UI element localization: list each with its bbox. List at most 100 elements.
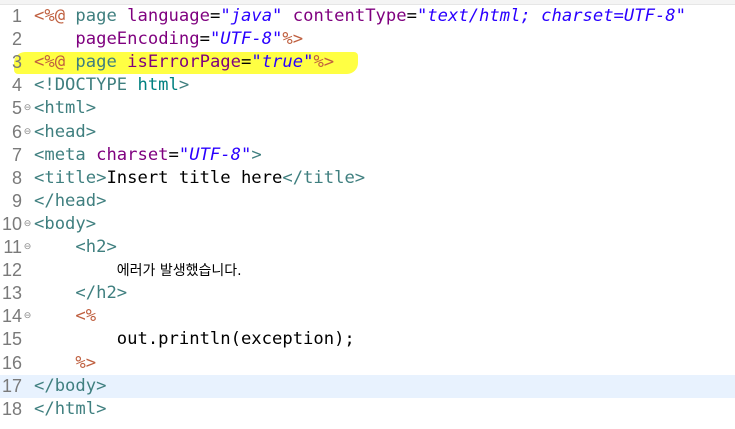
code-line[interactable]: 3 <%@ page isErrorPage="true"%> (0, 51, 735, 74)
code-token: </head> (34, 190, 107, 211)
code-line[interactable]: 9 </head> (0, 190, 735, 213)
code-line[interactable]: 11 ⊖ <h2> (0, 236, 735, 259)
code-token: html (137, 75, 179, 96)
code-text: </head> (34, 190, 106, 213)
code-token: <head> (34, 121, 97, 142)
line-number: 2 (11, 29, 22, 50)
code-text: <%@ page language="java" contentType="te… (34, 5, 686, 28)
line-number: 18 (1, 398, 22, 419)
code-text: <meta charset="UTF-8"> (34, 144, 262, 167)
code-text: <body> (34, 213, 96, 236)
code-line[interactable]: 12 에러가 발생했습니다. (0, 259, 735, 282)
code-token: = (199, 29, 210, 50)
code-line[interactable]: 4 <!DOCTYPE html> (0, 74, 735, 97)
code-text: %> (34, 352, 96, 375)
code-text: <h2> (34, 236, 117, 259)
code-token: "UTF-8" (178, 144, 252, 165)
line-number: 14 (1, 306, 22, 327)
code-token: <%@ (34, 6, 76, 26)
line-number: 16 (1, 352, 22, 373)
line-number: 6 (11, 121, 22, 142)
line-number: 8 (11, 167, 22, 188)
line-number: 4 (11, 75, 22, 96)
code-token: </h2> (75, 283, 128, 304)
code-token: "text/html; charset=UTF-8" (416, 6, 686, 26)
line-number: 15 (1, 329, 22, 350)
code-token: page (75, 6, 128, 26)
code-token: <html> (34, 98, 97, 119)
line-number: 13 (1, 283, 22, 304)
line-number: 11 (3, 237, 22, 257)
fold-toggle-icon[interactable]: ⊖ (22, 121, 33, 144)
code-token: %> (313, 52, 335, 73)
code-text: <head> (34, 121, 96, 144)
fold-toggle-icon[interactable]: ⊖ (22, 305, 33, 328)
code-text: out.println(exception); (34, 328, 355, 351)
code-token: = (168, 144, 179, 165)
code-line[interactable]: 17 </body> (0, 374, 735, 398)
code-token: out.println(exception); (34, 329, 355, 350)
line-number: 17 (1, 375, 22, 396)
code-line[interactable]: 7 <meta charset="UTF-8"> (0, 144, 735, 167)
code-line[interactable]: 16 %> (0, 352, 735, 375)
code-text: <%@ page isErrorPage="true"%> (34, 51, 334, 74)
code-text: <!DOCTYPE html> (34, 74, 189, 97)
code-line[interactable]: 2 pageEncoding="UTF-8"%> (0, 28, 735, 51)
code-token: <title> (34, 167, 107, 188)
code-text: </html> (34, 398, 106, 421)
code-token: = (209, 6, 221, 26)
code-token: > (178, 75, 190, 96)
code-token: 에러가 발생했습니다. (116, 263, 242, 280)
code-text: pageEncoding="UTF-8"%> (34, 28, 303, 51)
code-text: </body> (34, 375, 106, 398)
code-line[interactable]: 13 </h2> (0, 282, 735, 305)
code-token: <h2> (75, 237, 117, 257)
code-token: Insert title here (106, 167, 283, 188)
code-line[interactable]: 10 ⊖ <body> (0, 213, 735, 236)
fold-toggle-icon[interactable]: ⊖ (22, 97, 33, 120)
code-text: </h2> (34, 282, 127, 305)
line-number: 3 (11, 52, 22, 73)
code-line[interactable]: 15 out.println(exception); (0, 328, 735, 351)
code-token: </html> (34, 398, 107, 419)
code-token: <!DOCTYPE (34, 75, 138, 96)
code-token: isErrorPage (127, 52, 241, 73)
line-number: 5 (11, 98, 22, 119)
code-line[interactable]: 1 <%@ page language="java" contentType="t… (0, 5, 735, 28)
code-token: %> (75, 352, 97, 373)
code-text: <% (34, 305, 96, 328)
code-line[interactable]: 5 ⊖ <html> (0, 97, 735, 120)
code-text: <html> (34, 97, 96, 120)
code-token: %> (282, 29, 304, 50)
code-line[interactable]: 18 </html> (0, 398, 735, 421)
fold-toggle-icon[interactable]: ⊖ (22, 213, 33, 236)
code-token: page (75, 52, 128, 73)
code-token: <% (75, 306, 97, 327)
code-token: "java" (220, 6, 283, 26)
code-token: "UTF-8" (209, 29, 283, 50)
line-number: 7 (11, 144, 22, 165)
code-token: <%@ (34, 52, 76, 73)
code-token: <body> (34, 213, 97, 234)
code-token: <meta (34, 144, 97, 165)
line-number: 1 (11, 6, 22, 26)
code-line[interactable]: 14 ⊖ <% (0, 305, 735, 328)
code-token: pageEncoding (75, 29, 200, 50)
code-text: 에러가 발생했습니다. (34, 259, 242, 283)
code-editor[interactable]: 1 <%@ page language="java" contentType="t… (0, 0, 735, 429)
code-line[interactable]: 8 <title>Insert title here</title> (0, 167, 735, 190)
code-token: language (127, 6, 210, 26)
code-line[interactable]: 6 ⊖ <head> (0, 121, 735, 144)
line-number: 10 (1, 213, 22, 234)
line-number: 12 (1, 260, 22, 281)
code-text: <title>Insert title here</title> (34, 167, 365, 190)
line-number: 9 (11, 190, 22, 211)
code-token: > (251, 144, 262, 165)
fold-toggle-icon[interactable]: ⊖ (22, 236, 33, 259)
